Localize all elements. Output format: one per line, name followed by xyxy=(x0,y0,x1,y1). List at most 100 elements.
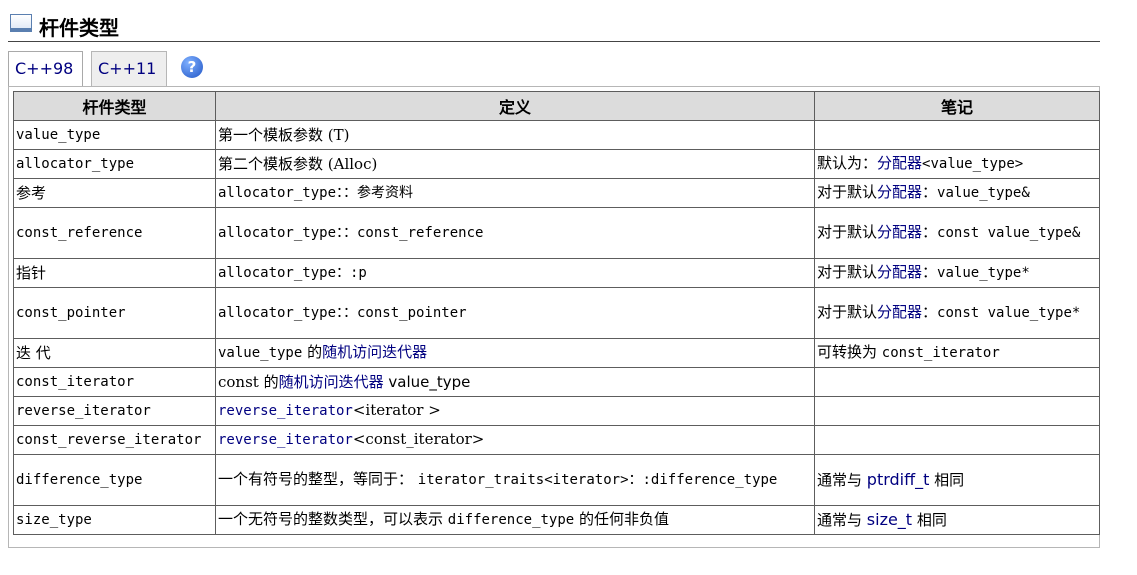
def-code: allocator_type：：const_pointer xyxy=(218,305,467,321)
def-text: 的 xyxy=(302,343,323,361)
cell-type: allocator_type xyxy=(13,149,216,179)
note-code: const value_type& xyxy=(937,225,1081,241)
type-name: 参考 xyxy=(16,183,47,202)
random-access-iterator-link[interactable]: 随机访问迭代器 xyxy=(322,343,427,361)
type-name: value_type xyxy=(16,127,101,143)
table-row: const_reverse_iterator reverse_iterator<… xyxy=(13,425,1100,455)
cell-definition: 第二个模板参数 (Alloc) xyxy=(215,149,815,179)
note-text: 对于默认 xyxy=(817,223,878,241)
section-header: 杆件类型 xyxy=(8,10,1100,42)
table-row: const_iterator const 的随机访问迭代器 value_type xyxy=(13,367,1100,397)
tab-cpp11[interactable]: C++11 xyxy=(91,51,167,86)
cell-note xyxy=(814,425,1100,455)
type-name: const_pointer xyxy=(16,305,126,321)
cell-note: 对于默认分配器：value_type& xyxy=(814,178,1100,208)
allocator-link[interactable]: 分配器 xyxy=(877,183,922,201)
reverse-iterator-link[interactable]: reverse_iterator xyxy=(218,403,353,419)
note-text: 相同 xyxy=(912,511,947,529)
cell-type: size_type xyxy=(13,505,216,535)
cell-type: 迭 代 xyxy=(13,338,216,368)
table-row: size_type 一个无符号的整数类型，可以表示 difference_typ… xyxy=(13,505,1100,535)
type-name: 指针 xyxy=(16,263,47,282)
help-icon[interactable]: ? xyxy=(181,56,203,78)
note-colon: ： xyxy=(922,263,938,281)
note-colon: ： xyxy=(922,183,938,201)
cell-definition: value_type 的随机访问迭代器 xyxy=(215,338,815,368)
note-code: <value_type> xyxy=(922,156,1024,172)
section-title: 杆件类型 xyxy=(39,16,119,40)
table-row: 迭 代 value_type 的随机访问迭代器 可转换为 const_itera… xyxy=(13,338,1100,368)
note-text: 对于默认 xyxy=(817,303,878,321)
cell-note: 通常与 size_t 相同 xyxy=(814,505,1100,535)
def-text: 第二个模板参数 xyxy=(218,154,328,173)
cell-note: 对于默认分配器：const value_type& xyxy=(814,207,1100,259)
note-code: const value_type* xyxy=(937,305,1081,321)
cell-type: 参考 xyxy=(13,178,216,208)
allocator-link[interactable]: 分配器 xyxy=(877,223,922,241)
allocator-link[interactable]: 分配器 xyxy=(877,154,922,172)
note-text: 对于默认 xyxy=(817,183,878,201)
reverse-iterator-link[interactable]: reverse_iterator xyxy=(218,432,353,448)
table-row: reverse_iterator reverse_iterator<iterat… xyxy=(13,396,1100,426)
cell-note xyxy=(814,120,1100,150)
cell-type: 指针 xyxy=(13,258,216,288)
cell-definition: allocator_type：：const_reference xyxy=(215,207,815,259)
table-row: 参考 allocator_type：：参考资料 对于默认分配器：value_ty… xyxy=(13,178,1100,208)
def-code: allocator_type：:p xyxy=(218,265,367,281)
table-row: value_type 第一个模板参数 (T) xyxy=(13,120,1100,150)
def-text: 一个有符号的整型，等同于： xyxy=(218,470,418,488)
cell-note: 默认为：分配器<value_type> xyxy=(814,149,1100,179)
def-text: 的任何非负值 xyxy=(574,510,669,528)
note-colon: ： xyxy=(922,303,938,321)
type-name: const_reference xyxy=(16,225,143,241)
cell-definition: reverse_iterator<iterator > xyxy=(215,396,815,426)
def-code: allocator_type：：const_reference xyxy=(218,225,484,241)
cell-type: reverse_iterator xyxy=(13,396,216,426)
member-types-panel: 杆件类型 定义 笔记 value_type 第一个模板参数 (T) alloca… xyxy=(8,86,1100,548)
cell-note: 可转换为 const_iterator xyxy=(814,338,1100,368)
allocator-link[interactable]: 分配器 xyxy=(877,263,922,281)
header-notes: 笔记 xyxy=(814,91,1100,121)
random-access-iterator-link[interactable]: 随机访问迭代器 xyxy=(279,373,384,391)
cell-definition: 一个无符号的整数类型，可以表示 difference_type 的任何非负值 xyxy=(215,505,815,535)
cell-note xyxy=(814,396,1100,426)
table-header-row: 杆件类型 定义 笔记 xyxy=(13,91,1100,121)
note-text: 通常与 xyxy=(817,511,867,529)
table-row: allocator_type 第二个模板参数 (Alloc) 默认为：分配器<v… xyxy=(13,149,1100,179)
cell-note: 对于默认分配器：const value_type* xyxy=(814,287,1100,339)
def-code: <const_iterator> xyxy=(352,430,485,448)
table-row: 指针 allocator_type：:p 对于默认分配器：value_type* xyxy=(13,258,1100,288)
member-types-table: 杆件类型 定义 笔记 value_type 第一个模板参数 (T) alloca… xyxy=(13,91,1100,535)
cell-definition: const 的随机访问迭代器 value_type xyxy=(215,367,815,397)
tab-cpp98[interactable]: C++98 xyxy=(8,51,83,86)
size-t-link[interactable]: size_t xyxy=(867,510,912,529)
header-definition: 定义 xyxy=(215,91,815,121)
cell-definition: allocator_type：:p xyxy=(215,258,815,288)
cell-definition: allocator_type：：const_pointer xyxy=(215,287,815,339)
cell-type: const_iterator xyxy=(13,367,216,397)
def-code: const 的 xyxy=(218,372,279,391)
note-text: 通常与 xyxy=(817,471,867,489)
def-text: 一个无符号的整数类型，可以表示 xyxy=(218,510,448,528)
cell-note xyxy=(814,367,1100,397)
def-text: 第一个模板参数 xyxy=(218,125,328,144)
type-name: difference_type xyxy=(16,472,143,488)
def-code: value_type xyxy=(218,345,303,361)
type-name: reverse_iterator xyxy=(16,403,151,419)
type-name: const_iterator xyxy=(16,374,135,390)
note-code: value_type& xyxy=(937,185,1030,201)
cell-type: const_reverse_iterator xyxy=(13,425,216,455)
def-code: (Alloc) xyxy=(327,154,378,173)
cell-note: 对于默认分配器：value_type* xyxy=(814,258,1100,288)
cell-type: difference_type xyxy=(13,454,216,506)
note-code: value_type* xyxy=(937,265,1030,281)
cell-type: const_pointer xyxy=(13,287,216,339)
section-icon xyxy=(10,14,32,32)
def-code: allocator_type：：参考资料 xyxy=(218,185,414,201)
cell-type: const_reference xyxy=(13,207,216,259)
type-name: size_type xyxy=(16,512,92,528)
ptrdiff-t-link[interactable]: ptrdiff_t xyxy=(867,470,930,489)
allocator-link[interactable]: 分配器 xyxy=(877,303,922,321)
type-name: const_reverse_iterator xyxy=(16,432,202,448)
table-row: const_reference allocator_type：：const_re… xyxy=(13,207,1100,259)
